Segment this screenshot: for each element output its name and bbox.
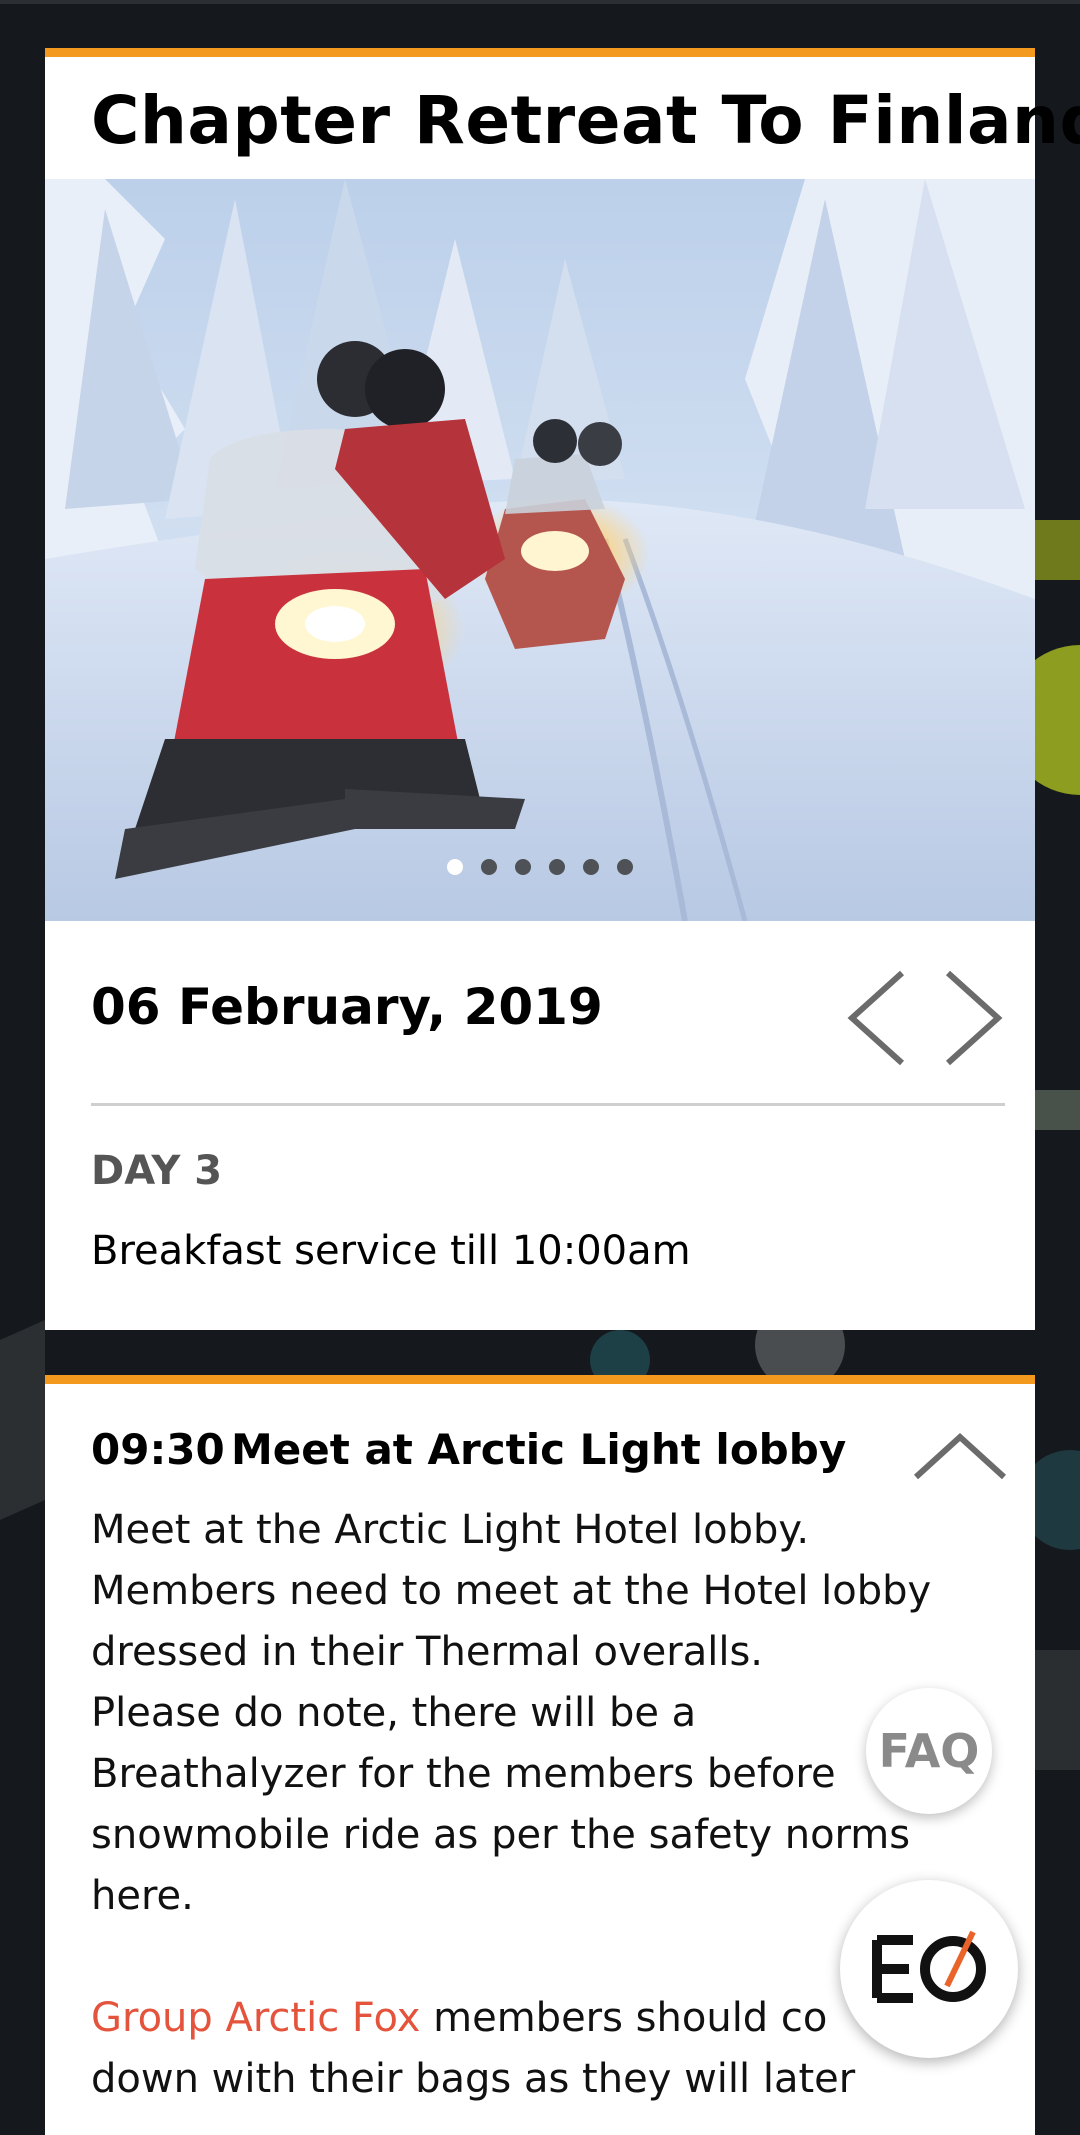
carousel-indicator <box>45 859 1035 879</box>
schedule-date: 06 February, 2019 <box>91 978 603 1036</box>
carousel-dot[interactable] <box>583 859 599 875</box>
card-accent-bar <box>45 1375 1035 1384</box>
collapse-button[interactable] <box>910 1425 1010 1485</box>
eo-menu-button[interactable] <box>840 1880 1018 2058</box>
day-label: DAY 3 <box>91 1148 223 1194</box>
description-line: Breathalyzer for the members before <box>91 1751 836 1797</box>
group-name-link[interactable]: Group Arctic Fox <box>91 1995 420 2041</box>
item-title: Meet at Arctic Light lobby <box>231 1425 847 1474</box>
event-photo-carousel[interactable] <box>45 179 1035 921</box>
item-time: 09:30 <box>91 1425 225 1474</box>
chevron-up-icon <box>913 1432 1007 1480</box>
event-card: Chapter Retreat To Finland 06 February, … <box>45 48 1080 1330</box>
carousel-dot[interactable] <box>515 859 531 875</box>
carousel-dot[interactable] <box>549 859 565 875</box>
carousel-dot[interactable] <box>447 859 463 875</box>
description-line: Please do note, there will be a <box>91 1690 697 1736</box>
description-line: dressed in their Thermal overalls. <box>91 1629 763 1675</box>
event-title: Chapter Retreat To Finland <box>91 82 1080 159</box>
group-instruction-text: members should co <box>420 1995 828 2041</box>
description-line: Meet at the Arctic Light Hotel lobby. <box>91 1507 810 1553</box>
previous-day-button[interactable] <box>840 963 920 1073</box>
chevron-left-icon <box>847 970 905 1066</box>
next-day-button[interactable] <box>930 963 1010 1073</box>
description-line: snowmobile ride as per the safety norms <box>91 1812 911 1858</box>
card-accent-bar <box>45 48 1035 57</box>
divider <box>91 1103 1005 1106</box>
carousel-dot[interactable] <box>617 859 633 875</box>
description-line: down with their bags as they will later <box>91 2056 856 2102</box>
carousel-dot[interactable] <box>481 859 497 875</box>
day-note: Breakfast service till 10:00am <box>91 1228 691 1274</box>
description-line: Members need to meet at the Hotel lobby <box>91 1568 932 1614</box>
eo-logo <box>872 1930 986 2003</box>
snowmobile-photo <box>45 179 1035 921</box>
faq-button[interactable]: FAQ <box>866 1688 992 1814</box>
chevron-right-icon <box>945 970 1003 1066</box>
